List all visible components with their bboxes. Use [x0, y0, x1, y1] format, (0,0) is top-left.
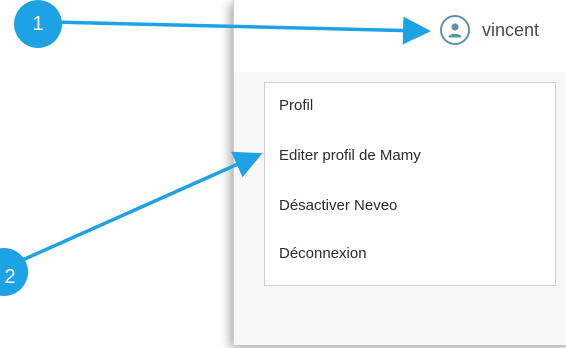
callout-1-arrow: [51, 16, 431, 45]
callout-2-arrow: [17, 151, 263, 264]
callout-number: 1: [32, 12, 44, 35]
annotation-arrows: [17, 16, 431, 264]
callout-badge-1: 1: [14, 0, 62, 48]
callout-number: 2: [4, 265, 16, 288]
